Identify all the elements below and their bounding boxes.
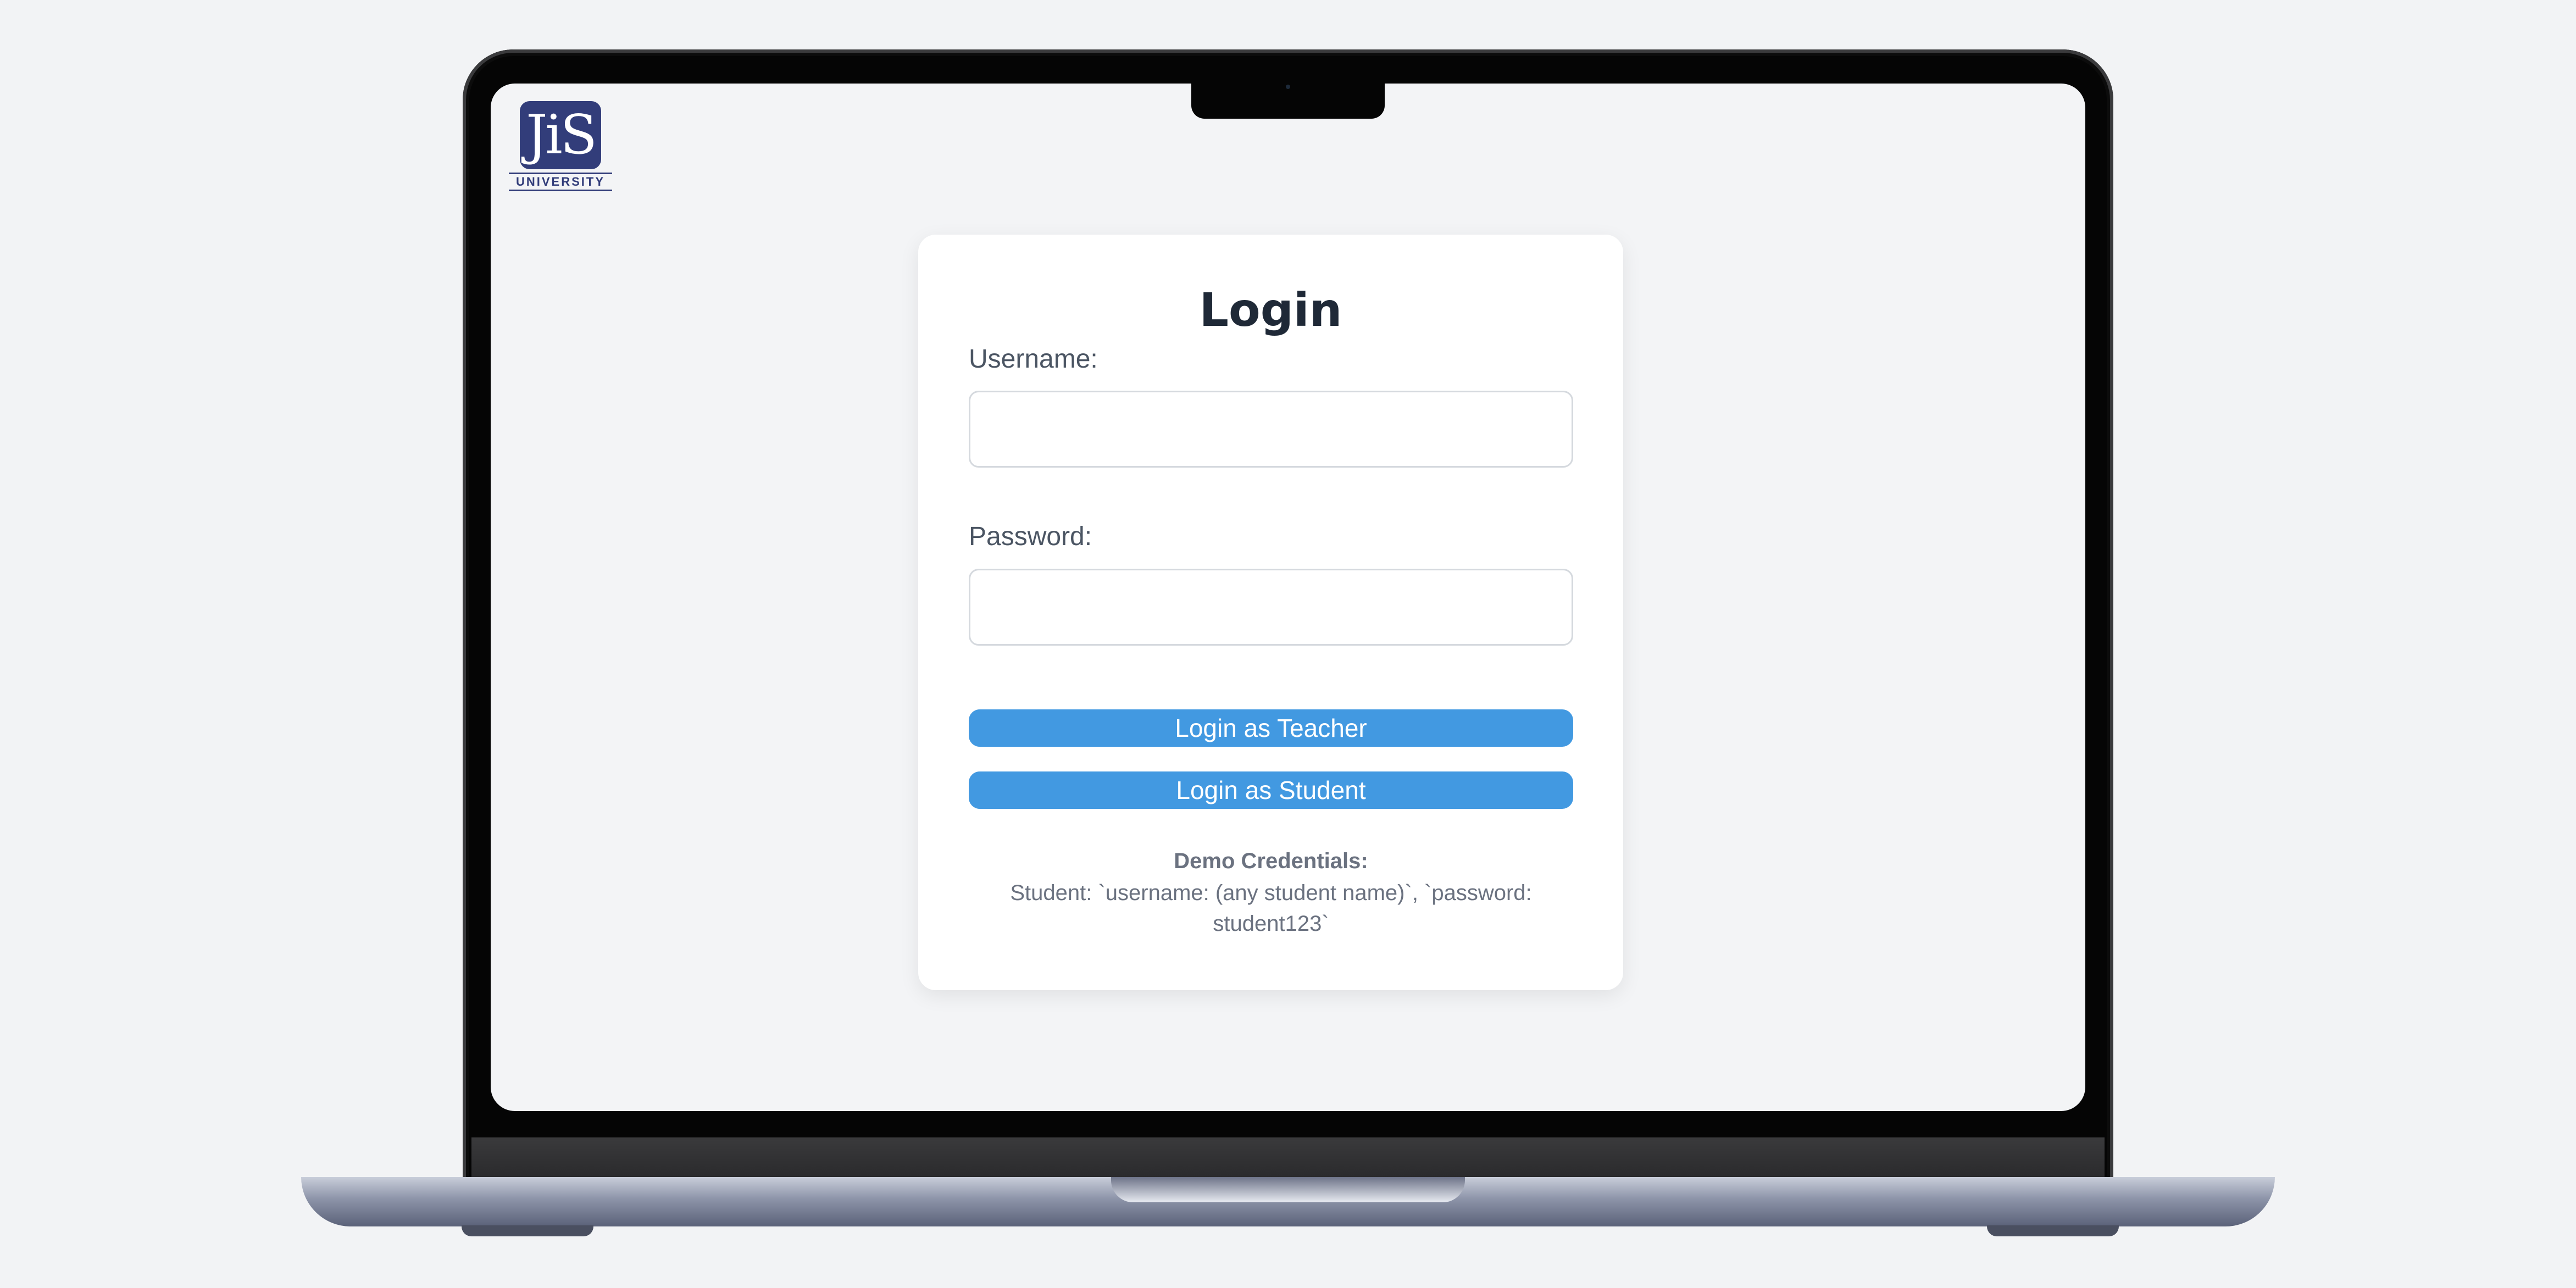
login-card: Login Username: Password: Login as Teach…: [918, 235, 1623, 990]
university-logo: JiS UNIVERSITY: [509, 101, 612, 191]
laptop-hinge: [471, 1137, 2105, 1178]
laptop-base-notch: [1111, 1177, 1465, 1202]
camera-icon: [1286, 85, 1290, 89]
demo-credentials-heading: Demo Credentials:: [1174, 849, 1368, 873]
password-input[interactable]: [969, 569, 1573, 646]
laptop-foot-right: [1987, 1225, 2119, 1236]
password-label: Password:: [969, 522, 1092, 551]
page-title: Login: [1199, 283, 1342, 337]
username-input[interactable]: [969, 391, 1573, 468]
demo-credentials-line-2: student123`: [1213, 912, 1329, 936]
laptop-foot-left: [462, 1225, 593, 1236]
username-label: Username:: [969, 345, 1098, 374]
login-student-button[interactable]: Login as Student: [969, 771, 1573, 809]
logo-text: UNIVERSITY: [509, 173, 612, 191]
login-teacher-button[interactable]: Login as Teacher: [969, 709, 1573, 747]
logo-mark: JiS: [520, 101, 601, 169]
demo-credentials-line-1: Student: `username: (any student name)`,…: [1010, 881, 1532, 905]
